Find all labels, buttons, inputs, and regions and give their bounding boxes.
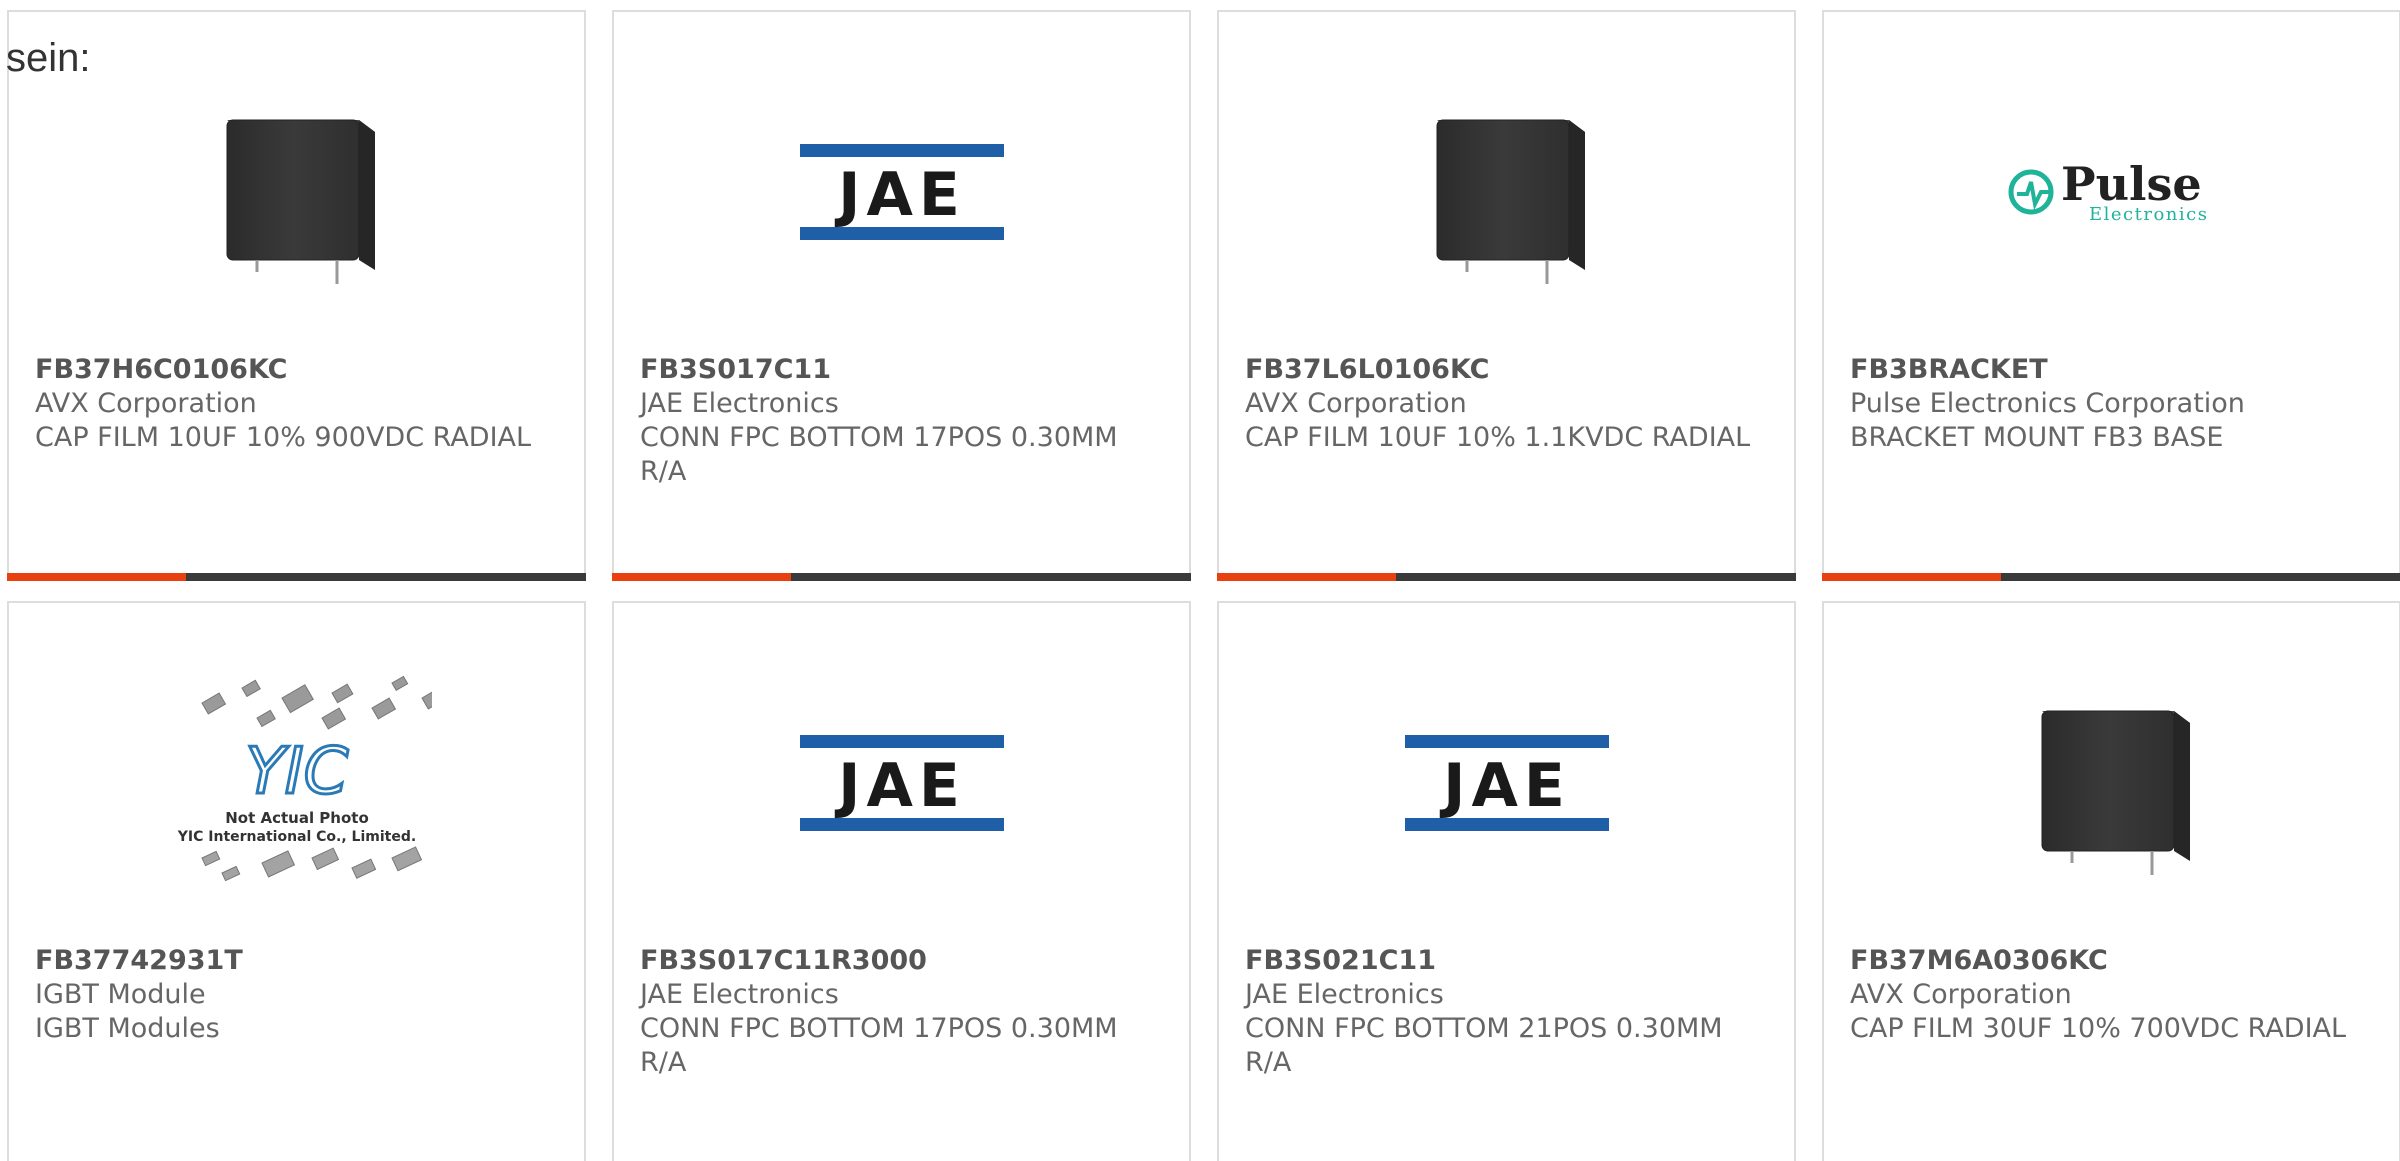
part-number[interactable]: FB37742931T	[35, 944, 564, 978]
manufacturer: AVX Corporation	[35, 388, 257, 419]
card-progress-fill	[7, 573, 187, 581]
product-info: FB37742931T IGBT Module IGBT Modules	[35, 944, 564, 1046]
product-description: CONN FPC BOTTOM 17POS 0.30MM R/A	[640, 422, 1118, 487]
svg-text:Electronics: Electronics	[2089, 204, 2208, 225]
part-number[interactable]: FB3S017C11	[640, 353, 1169, 387]
svg-text:JAE: JAE	[1439, 751, 1571, 821]
product-image[interactable]	[9, 82, 584, 302]
intro-text: sein:	[6, 36, 91, 80]
part-number[interactable]: FB37L6L0106KC	[1245, 353, 1774, 387]
svg-text:Pulse: Pulse	[2061, 157, 2202, 211]
product-info: FB37L6L0106KC AVX Corporation CAP FILM 10U…	[1245, 353, 1774, 455]
product-description: CAP FILM 10UF 10% 1.1KVDC RADIAL	[1245, 422, 1751, 453]
product-description: BRACKET MOUNT FB3 BASE	[1850, 422, 2224, 453]
product-card[interactable]: FB37M6A0306KC AVX Corporation CAP FILM 30U…	[1822, 601, 2400, 1161]
manufacturer: AVX Corporation	[1850, 979, 2072, 1010]
product-image[interactable]: JAE	[614, 673, 1189, 893]
capacitor-photo	[2041, 710, 2190, 875]
product-description: CAP FILM 30UF 10% 700VDC RADIAL	[1850, 1013, 2347, 1044]
svg-text:YIC International Co., Limited: YIC International Co., Limited.	[176, 829, 415, 845]
product-image[interactable]	[1824, 673, 2399, 893]
product-card[interactable]: Pulse Electronics FB3BRACKET Pulse Electr…	[1822, 10, 2400, 581]
product-card[interactable]: JAE FB3S017C11 JAE Electronics CONN FPC BO…	[612, 10, 1191, 581]
product-card[interactable]: YIC Not Actual Photo YIC International C…	[7, 601, 586, 1161]
product-image[interactable]: YIC Not Actual Photo YIC International C…	[9, 673, 584, 893]
manufacturer: IGBT Module	[35, 979, 206, 1010]
product-info: FB3BRACKET Pulse Electronics Corporation B…	[1850, 353, 2379, 455]
product-info: FB3S017C11 JAE Electronics CONN FPC BOTTOM…	[640, 353, 1169, 489]
product-image[interactable]: JAE	[1219, 673, 1794, 893]
card-progress-fill	[1217, 573, 1397, 581]
product-image[interactable]: JAE	[614, 82, 1189, 302]
yic-not-actual-photo: YIC Not Actual Photo YIC International C…	[176, 675, 432, 882]
product-card[interactable]: JAE FB3S021C11 JAE Electronics CONN FPC BO…	[1217, 601, 1796, 1161]
product-card[interactable]: JAE FB3S017C11R3000 JAE Electronics CONN F…	[612, 601, 1191, 1161]
card-progress-fill	[1822, 573, 2002, 581]
part-number[interactable]: FB37M6A0306KC	[1850, 944, 2379, 978]
manufacturer: JAE Electronics	[640, 979, 839, 1010]
manufacturer: JAE Electronics	[1245, 979, 1444, 1010]
product-description: CAP FILM 10UF 10% 900VDC RADIAL	[35, 422, 532, 453]
product-description: CONN FPC BOTTOM 17POS 0.30MM R/A	[640, 1013, 1118, 1078]
svg-text:Not Actual Photo: Not Actual Photo	[225, 809, 369, 827]
part-number[interactable]: FB3S021C11	[1245, 944, 1774, 978]
product-info: FB3S017C11R3000 JAE Electronics CONN FPC B…	[640, 944, 1169, 1080]
product-image[interactable]	[1219, 82, 1794, 302]
svg-text:JAE: JAE	[834, 751, 966, 821]
manufacturer: AVX Corporation	[1245, 388, 1467, 419]
part-number[interactable]: FB3S017C11R3000	[640, 944, 1169, 978]
capacitor-photo	[226, 119, 375, 284]
card-progress-bar	[1822, 573, 2400, 581]
svg-text:YIC: YIC	[245, 735, 348, 809]
manufacturer: JAE Electronics	[640, 388, 839, 419]
pulse-logo: Pulse Electronics	[2008, 157, 2208, 225]
product-info: FB37H6C0106KC AVX Corporation CAP FILM 10U…	[35, 353, 564, 455]
card-progress-bar	[7, 573, 586, 581]
jae-logo: JAE	[799, 144, 1004, 240]
product-info: FB3S021C11 JAE Electronics CONN FPC BOTTOM…	[1245, 944, 1774, 1080]
part-number[interactable]: FB37H6C0106KC	[35, 353, 564, 387]
jae-logo: JAE	[799, 735, 1004, 831]
product-description: IGBT Modules	[35, 1013, 220, 1044]
capacitor-photo	[1436, 119, 1585, 284]
product-card[interactable]: FB37L6L0106KC AVX Corporation CAP FILM 10U…	[1217, 10, 1796, 581]
card-progress-fill	[612, 573, 792, 581]
manufacturer: Pulse Electronics Corporation	[1850, 388, 2245, 419]
card-progress-bar	[1217, 573, 1796, 581]
product-grid: FB37H6C0106KC AVX Corporation CAP FILM 10U…	[7, 10, 2400, 1161]
jae-logo: JAE	[1404, 735, 1609, 831]
card-progress-bar	[612, 573, 1191, 581]
product-description: CONN FPC BOTTOM 21POS 0.30MM R/A	[1245, 1013, 1723, 1078]
product-card[interactable]: FB37H6C0106KC AVX Corporation CAP FILM 10U…	[7, 10, 586, 581]
product-grid-page: sein: FB37H6C0106KC AVX Corporation CAP FI…	[0, 0, 2400, 1161]
product-info: FB37M6A0306KC AVX Corporation CAP FILM 30U…	[1850, 944, 2379, 1046]
svg-text:JAE: JAE	[834, 160, 966, 230]
part-number[interactable]: FB3BRACKET	[1850, 353, 2379, 387]
product-image[interactable]: Pulse Electronics	[1824, 82, 2399, 302]
